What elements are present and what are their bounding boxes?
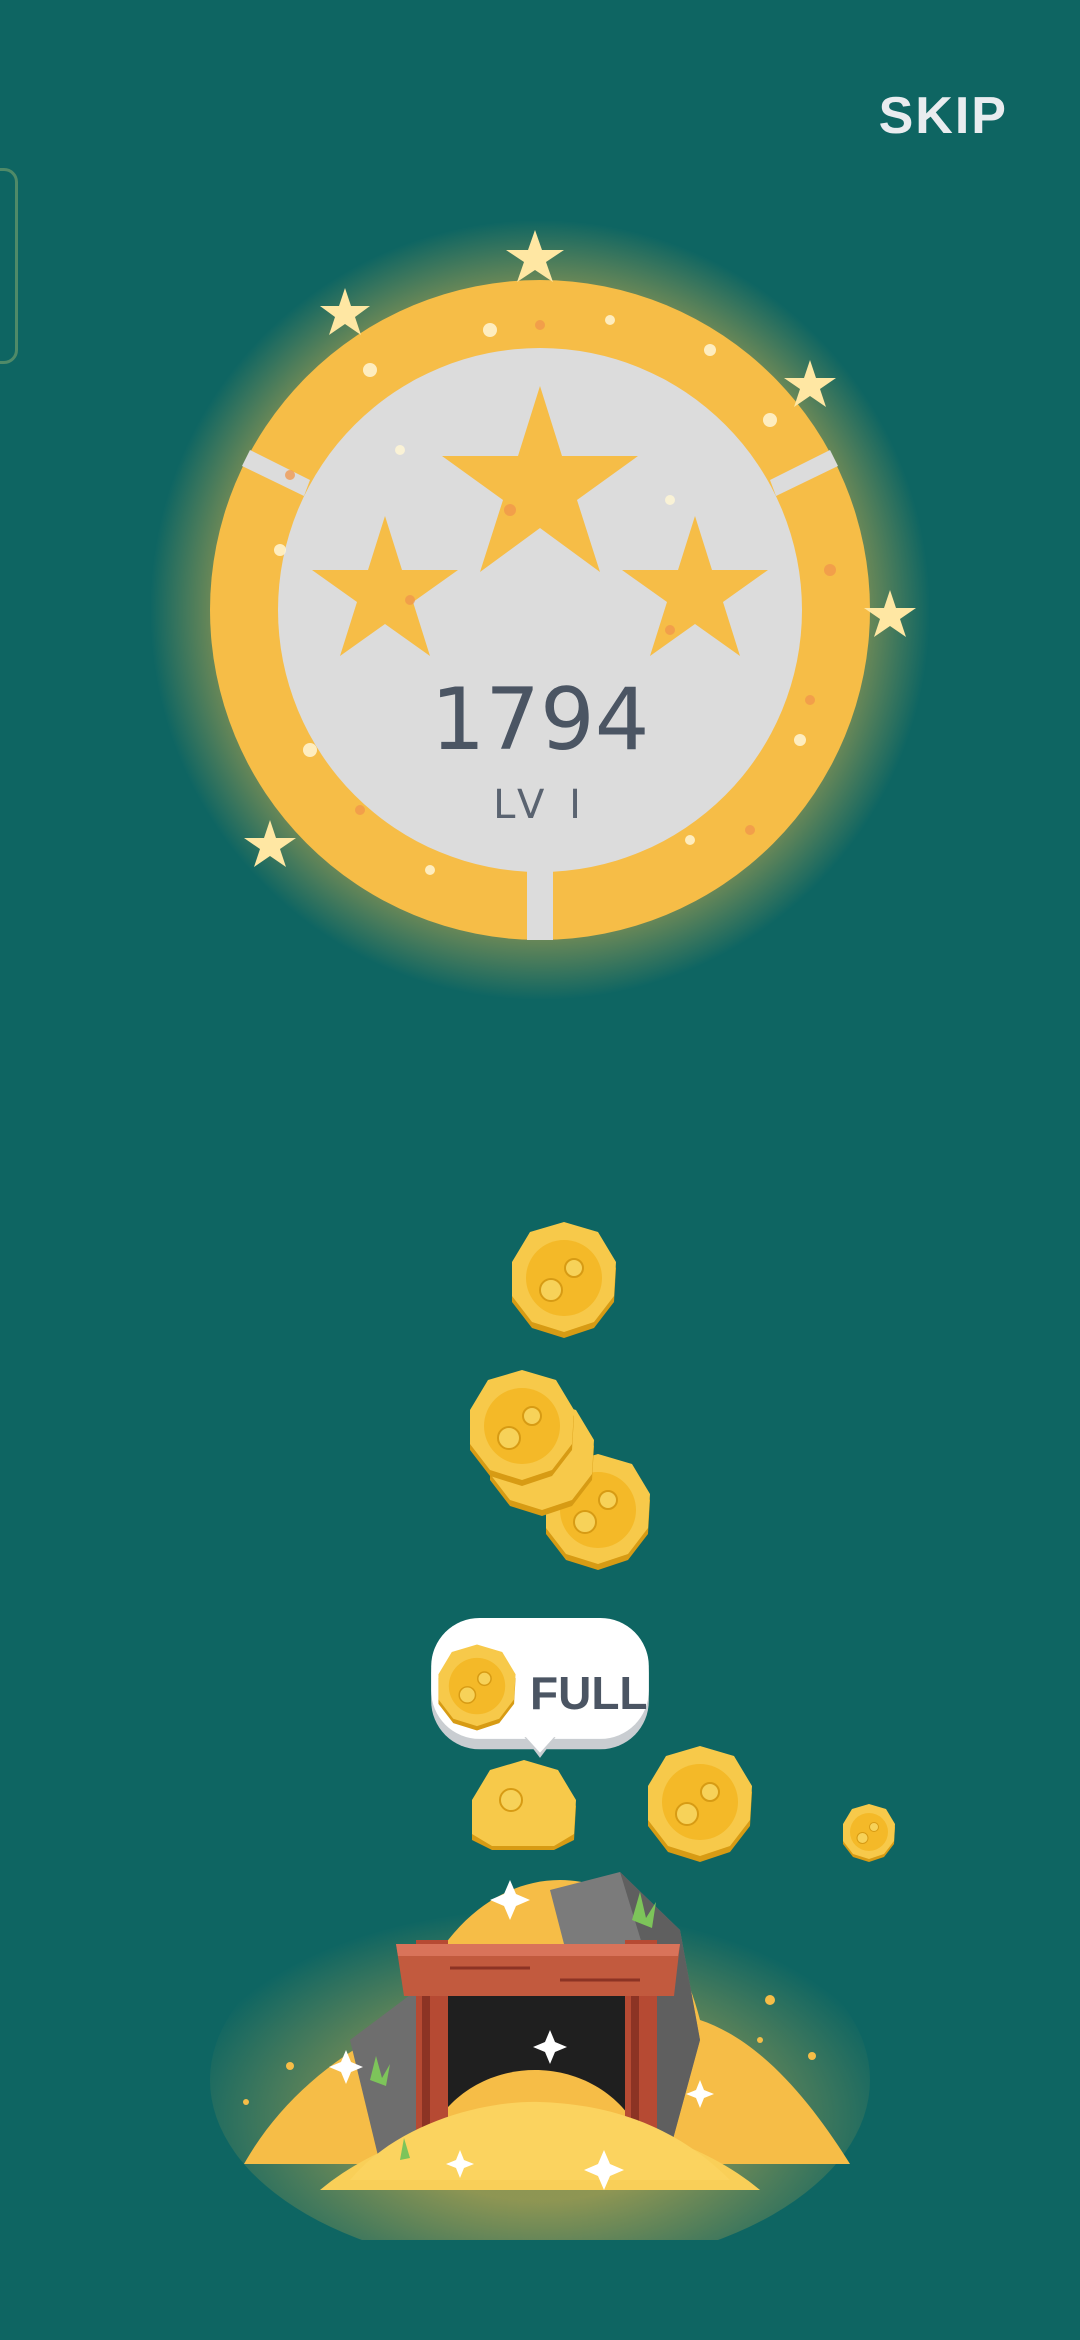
coin-icon [470, 1370, 574, 1486]
side-drawer-handle[interactable] [0, 168, 18, 364]
score-value: 1794 [430, 670, 650, 770]
badge-graphic [150, 220, 930, 1000]
coin-icon [512, 1222, 616, 1338]
mine-status-label: FULL [530, 1667, 648, 1719]
level-badge: 1794 LV I [150, 220, 930, 1000]
coin-icon [438, 1644, 516, 1731]
gold-mine[interactable] [200, 1820, 880, 2240]
skip-button[interactable]: SKIP [879, 86, 1008, 146]
level-label: LV I [493, 782, 587, 828]
